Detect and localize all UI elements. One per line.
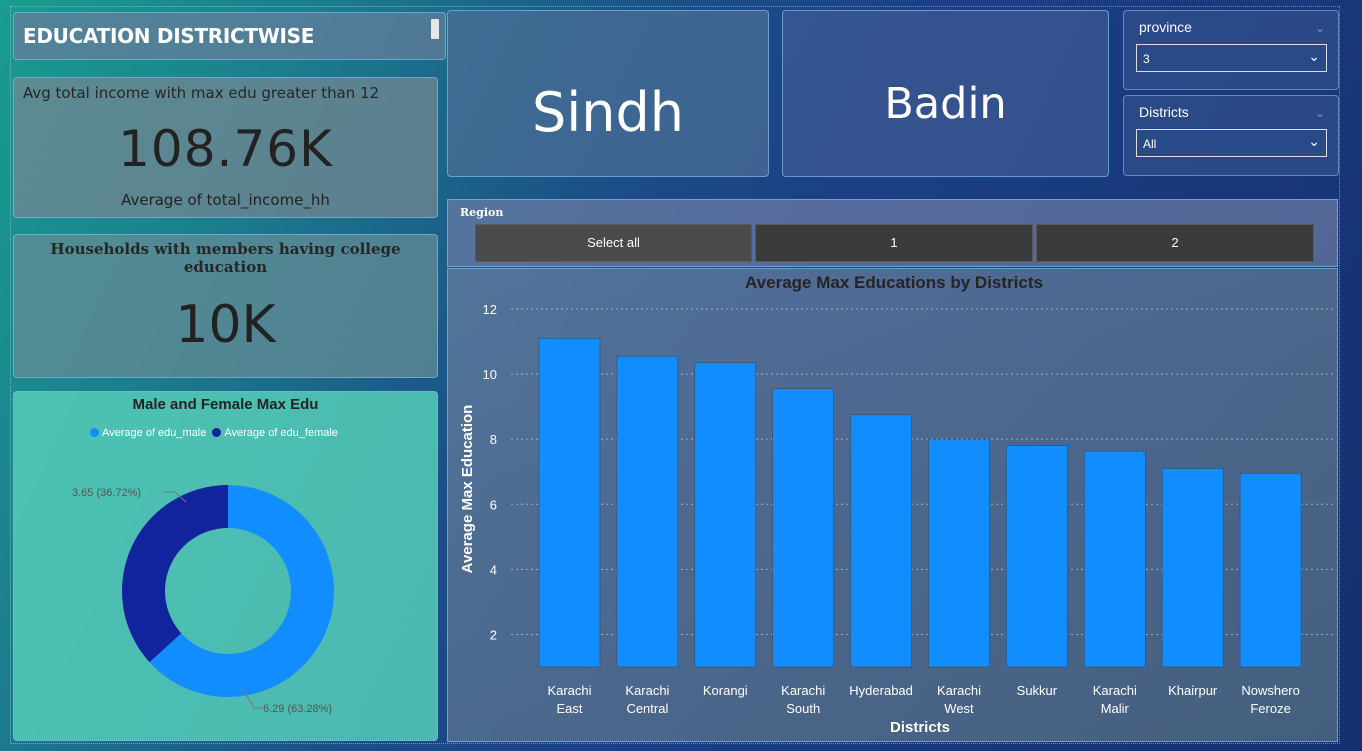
x-tick-label: Korangi — [703, 683, 748, 698]
region-button-1[interactable]: 1 — [755, 224, 1033, 262]
province-dropdown[interactable]: 3 ⌄ — [1136, 44, 1327, 72]
bar-chart: Average Max Educations by Districts 2 4 6 8… — [459, 273, 1334, 736]
region-slicer-label: Region — [460, 206, 504, 219]
y-tick-label: 2 — [490, 627, 497, 642]
bar[interactable] — [1239, 473, 1302, 668]
y-tick-label: 6 — [490, 497, 497, 512]
college-kpi-card[interactable]: Households with members having college e… — [13, 234, 438, 378]
bar-chart-card[interactable]: Average Max Educations by Districts 2 4 6 8… — [447, 268, 1338, 742]
donut-chart: 3.65 (36.72%) 6.29 (63.28%) — [72, 485, 334, 715]
y-tick-label: 8 — [490, 432, 497, 447]
title-card: EDUCATION DISTRICTWISE — [13, 12, 446, 60]
district-card[interactable]: Badin — [782, 10, 1109, 177]
donut-label-male: 6.29 (63.28%) — [263, 703, 332, 715]
scrollbar[interactable] — [431, 19, 439, 39]
region-button-2[interactable]: 2 — [1036, 224, 1314, 262]
bar[interactable] — [616, 355, 679, 668]
y-tick-label: 10 — [483, 367, 497, 382]
income-kpi-card[interactable]: Avg total income with max edu greater th… — [13, 77, 438, 218]
y-axis-label: Average Max Education — [459, 405, 476, 574]
x-axis-label: Districts — [890, 719, 950, 736]
y-tick-label: 4 — [490, 562, 497, 577]
donut-chart-card[interactable]: Male and Female Max Edu Average of edu_m… — [13, 391, 438, 741]
bar[interactable] — [1006, 445, 1068, 668]
bar[interactable] — [694, 362, 757, 668]
income-kpi-caption: Avg total income with max edu greater th… — [23, 84, 380, 102]
collapse-chevron-icon[interactable]: ⌄ — [1315, 106, 1325, 120]
x-tick-label: Khairpur — [1168, 683, 1218, 698]
x-tick-label: Karachi East — [547, 683, 591, 716]
x-tick-label: Hyderabad — [849, 683, 913, 698]
district-card-value: Badin — [884, 79, 1007, 129]
college-kpi-caption: Households with members having college e… — [50, 240, 401, 276]
districts-dropdown-value: All — [1143, 137, 1157, 151]
province-dropdown-value: 3 — [1143, 52, 1150, 66]
donut-slice-female[interactable] — [122, 485, 228, 663]
y-tick-label: 12 — [483, 302, 497, 317]
chevron-down-icon: ⌄ — [1308, 134, 1320, 150]
districts-slicer-label: Districts — [1139, 104, 1189, 120]
donut-label-female: 3.65 (36.72%) — [72, 487, 141, 499]
region-button-select-all[interactable]: Select all — [475, 224, 752, 262]
dashboard-title: EDUCATION DISTRICTWISE — [23, 24, 315, 48]
bar[interactable] — [850, 414, 912, 668]
bar-chart-title: Average Max Educations by Districts — [745, 273, 1043, 292]
province-slicer: province ⌄ 3 ⌄ — [1123, 10, 1339, 90]
income-kpi-subtitle: Average of total_income_hh — [121, 191, 330, 209]
bar[interactable] — [1083, 450, 1146, 668]
collapse-chevron-icon[interactable]: ⌄ — [1315, 21, 1325, 35]
x-tick-label: Karachi West — [937, 683, 981, 716]
x-tick-label: Karachi South — [781, 683, 825, 716]
province-card-value: Sindh — [531, 81, 684, 144]
bar[interactable] — [1161, 468, 1224, 668]
x-tick-label: Karachi Central — [625, 683, 669, 716]
districts-slicer: Districts ⌄ All ⌄ — [1123, 95, 1339, 176]
x-tick-label: Karachi Malir — [1093, 683, 1137, 716]
province-slicer-label: province — [1139, 19, 1192, 35]
x-tick-label: Nowshero Feroze — [1241, 683, 1300, 716]
bar[interactable] — [928, 439, 990, 668]
districts-dropdown[interactable]: All ⌄ — [1136, 129, 1327, 157]
college-kpi-value: 10K — [175, 295, 276, 355]
bar[interactable] — [772, 388, 835, 668]
region-slicer: Region Select all 1 2 — [447, 199, 1338, 267]
province-card[interactable]: Sindh — [447, 10, 769, 177]
chevron-down-icon: ⌄ — [1308, 49, 1320, 65]
x-tick-label: Sukkur — [1017, 683, 1058, 698]
bar[interactable] — [538, 337, 601, 668]
income-kpi-value: 108.76K — [118, 120, 333, 178]
